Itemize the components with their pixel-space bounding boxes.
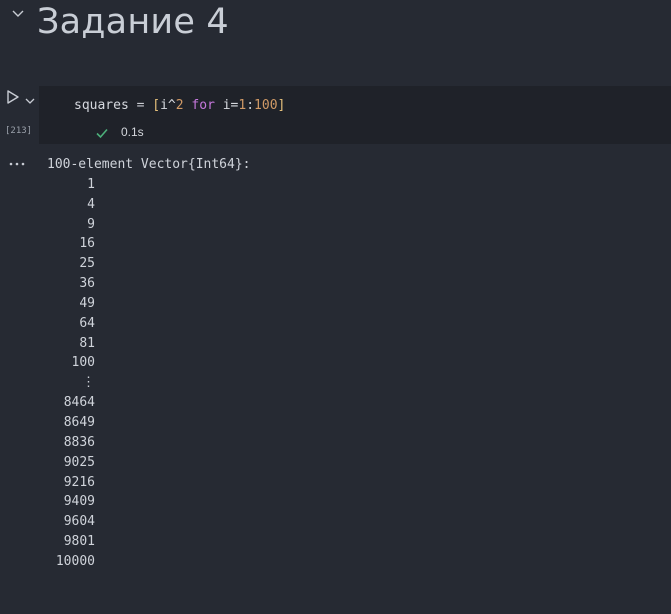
output-value: 64 [79, 315, 95, 331]
execution-time: 0.1s [121, 125, 144, 139]
output-value: 10000 [55, 553, 95, 569]
output-value: 36 [79, 276, 95, 292]
output-value: 81 [79, 335, 95, 351]
output-value: ⋮ [82, 375, 95, 391]
output-header: 100-element Vector{Int64}: [47, 157, 251, 172]
code-range-end: 100 [254, 98, 278, 113]
output-value: 8836 [63, 434, 95, 450]
code-variable: squares [74, 98, 129, 113]
output-text: 100-element Vector{Int64}: 1 4 9 16 25 36 49 64… [47, 155, 251, 572]
output-value: 8464 [63, 395, 95, 411]
code-close-bracket: ] [277, 98, 286, 113]
output-value: 1 [87, 176, 95, 192]
code-assign: = [128, 98, 153, 113]
chevron-down-icon[interactable] [10, 6, 26, 20]
output-value: 16 [79, 236, 95, 252]
ellipsis-icon[interactable] [8, 154, 26, 166]
code-editor[interactable]: squares = [i^2 for i=1:100] 0.1s [39, 86, 671, 144]
code-loop-variable: i= [214, 98, 239, 113]
markdown-heading: Задание 4 [37, 2, 229, 42]
check-icon [95, 125, 109, 139]
output-value: 9025 [63, 454, 95, 470]
markdown-cell: Задание 4 [0, 0, 671, 72]
output-value: 4 [87, 196, 95, 212]
code-expression: i^ [160, 98, 176, 113]
play-icon[interactable] [5, 89, 21, 105]
output-value: 9409 [63, 494, 95, 510]
output-value: 9801 [63, 534, 95, 550]
output-value: 9 [87, 216, 95, 232]
output-values: 1 4 9 16 25 36 49 64 81 100 ⋮ 8464 8649 8836 9025 9216 9… [47, 175, 251, 572]
code-keyword: for [191, 98, 215, 113]
output-value: 100 [71, 355, 95, 371]
run-options-chevron-icon[interactable] [24, 91, 36, 104]
output-value: 25 [79, 256, 95, 272]
code-colon: : [246, 98, 255, 113]
output-value: 49 [79, 295, 95, 311]
code-open-bracket: [ [152, 98, 161, 113]
output-value: 8649 [63, 414, 95, 430]
execution-status: 0.1s [95, 124, 144, 140]
execution-count: [213] [5, 126, 33, 136]
code-line: squares = [i^2 for i=1:100] [74, 98, 285, 113]
output-value: 9216 [63, 474, 95, 490]
code-exponent: 2 [175, 98, 184, 113]
output-value: 9604 [63, 514, 95, 530]
